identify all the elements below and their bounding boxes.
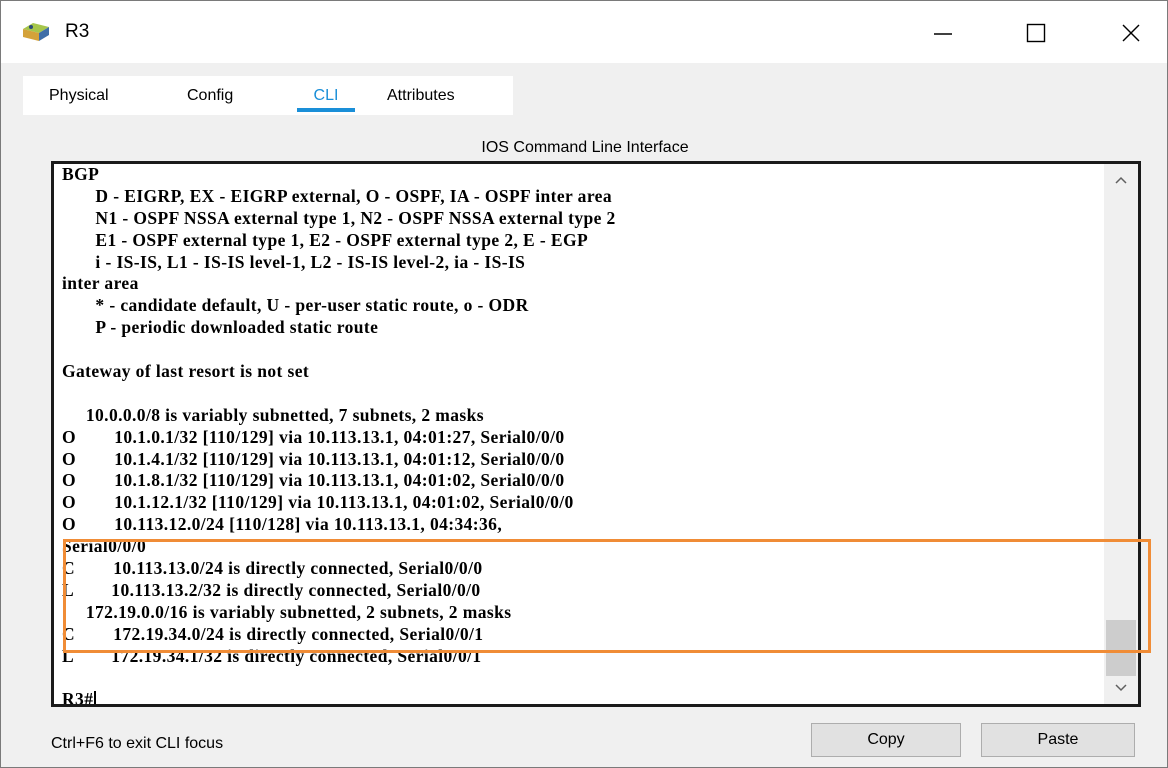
- tab-bar: Physical Config CLI Attributes: [23, 76, 513, 115]
- terminal-line: inter area: [62, 273, 139, 294]
- close-icon[interactable]: [1101, 11, 1161, 55]
- text-cursor: [94, 691, 97, 704]
- cli-focus-hint: Ctrl+F6 to exit CLI focus: [51, 735, 224, 752]
- copy-button[interactable]: Copy: [811, 723, 961, 757]
- scroll-thumb[interactable]: [1106, 620, 1136, 676]
- maximize-icon[interactable]: [1006, 11, 1066, 55]
- terminal-line: O 10.1.0.1/32 [110/129] via 10.113.13.1,…: [62, 426, 565, 447]
- terminal-line: O 10.1.4.1/32 [110/129] via 10.113.13.1,…: [62, 448, 565, 469]
- terminal-line: N1 - OSPF NSSA external type 1, N2 - OSP…: [62, 207, 616, 228]
- terminal-line: Gateway of last resort is not set: [62, 361, 310, 382]
- panel-title: IOS Command Line Interface: [481, 139, 689, 156]
- terminal-line: i - IS-IS, L1 - IS-IS level-1, L2 - IS-I…: [62, 251, 526, 272]
- terminal-line: C 10.113.13.0/24 is directly connected, …: [62, 558, 483, 579]
- terminal-line: Serial0/0/0: [62, 536, 147, 557]
- terminal-line: O 10.1.8.1/32 [110/129] via 10.113.13.1,…: [62, 470, 565, 491]
- tab-cli[interactable]: CLI: [295, 76, 357, 115]
- cli-terminal[interactable]: BGP D - EIGRP, EX - EIGRP external, O - …: [51, 161, 1141, 707]
- terminal-line: D - EIGRP, EX - EIGRP external, O - OSPF…: [62, 185, 613, 206]
- vertical-scrollbar[interactable]: [1104, 164, 1138, 704]
- scroll-down-arrow-icon[interactable]: [1114, 680, 1128, 698]
- tab-config[interactable]: Config: [187, 76, 233, 115]
- terminal-line: L 172.19.34.1/32 is directly connected, …: [62, 645, 482, 666]
- terminal-line: 172.19.0.0/16 is variably subnetted, 2 s…: [62, 601, 512, 622]
- terminal-output: BGP D - EIGRP, EX - EIGRP external, O - …: [62, 164, 1102, 707]
- cli-prompt: R3#: [62, 689, 94, 707]
- terminal-line: L 10.113.13.2/32 is directly connected, …: [62, 579, 481, 600]
- tab-physical[interactable]: Physical: [49, 76, 109, 115]
- scroll-up-arrow-icon[interactable]: [1114, 172, 1128, 190]
- tab-attributes[interactable]: Attributes: [387, 76, 455, 115]
- minimize-icon[interactable]: [913, 11, 973, 55]
- terminal-line: P - periodic downloaded static route: [62, 317, 379, 338]
- router-icon: [21, 21, 51, 45]
- cli-panel: IOS Command Line Interface BGP D - EIGRP…: [23, 115, 1151, 767]
- window-title: R3: [65, 21, 90, 42]
- router-window: R3 Physical Config CLI Attributes IOS Co…: [0, 0, 1168, 768]
- terminal-line: O 10.113.12.0/24 [110/128] via 10.113.13…: [62, 514, 503, 535]
- terminal-line: BGP: [62, 164, 100, 184]
- terminal-line: C 172.19.34.0/24 is directly connected, …: [62, 623, 484, 644]
- terminal-line: 10.0.0.0/8 is variably subnetted, 7 subn…: [62, 404, 484, 425]
- terminal-line: E1 - OSPF external type 1, E2 - OSPF ext…: [62, 229, 589, 250]
- title-bar[interactable]: R3: [1, 1, 1167, 63]
- terminal-line: * - candidate default, U - per-user stat…: [62, 295, 529, 316]
- prompt-line[interactable]: R3#: [62, 689, 1102, 707]
- terminal-line: O 10.1.12.1/32 [110/129] via 10.113.13.1…: [62, 492, 574, 513]
- paste-button[interactable]: Paste: [981, 723, 1135, 757]
